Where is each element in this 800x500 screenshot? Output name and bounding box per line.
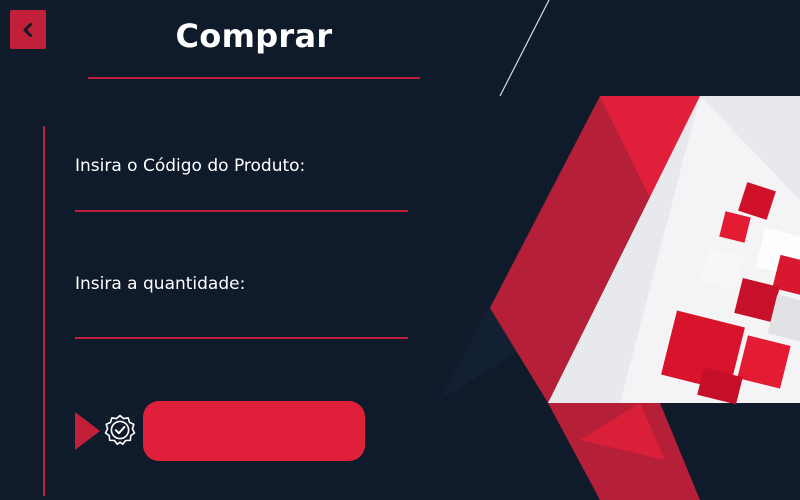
decorative-geometric-artwork xyxy=(440,96,800,500)
